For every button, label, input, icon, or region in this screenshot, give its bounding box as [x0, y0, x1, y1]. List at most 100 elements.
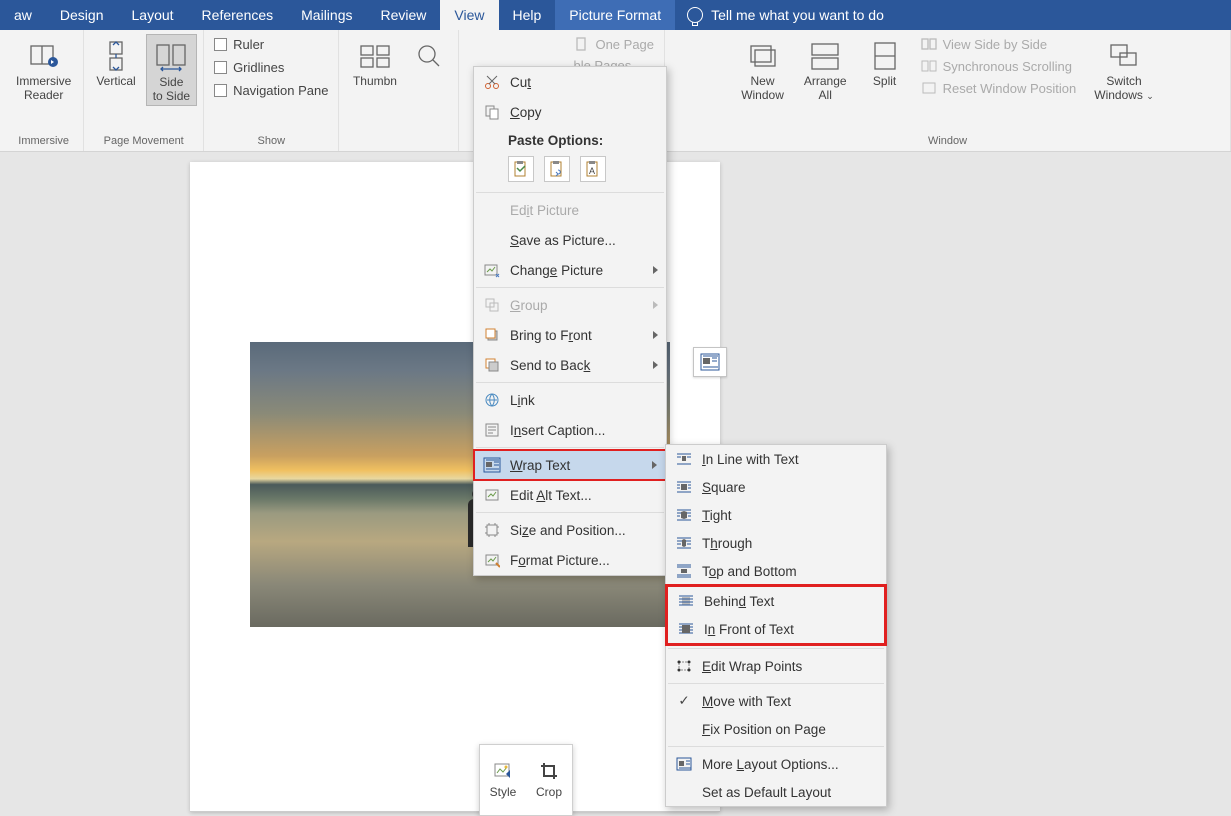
immersive-reader-button[interactable]: Immersive Reader: [10, 34, 77, 104]
group-icon: [482, 295, 502, 315]
ctx-bring-to-front[interactable]: Bring to Front: [474, 320, 666, 350]
tab-view[interactable]: View: [440, 0, 498, 30]
tab-bar: aw Design Layout References Mailings Rev…: [0, 0, 1231, 30]
crop-button[interactable]: Crop: [526, 745, 572, 815]
group-page-movement: Vertical Side to Side Page Movement: [84, 30, 204, 151]
split-icon: [869, 40, 901, 72]
wrap-text-submenu: In Line with Text Square Tight Through T…: [665, 444, 887, 807]
wrap-through[interactable]: Through: [666, 529, 886, 557]
wrap-inline-icon: [674, 449, 694, 469]
tab-references[interactable]: References: [188, 0, 288, 30]
side-to-side-label: Side to Side: [153, 75, 190, 103]
paste-option-1[interactable]: [508, 156, 534, 182]
group-zoom-partial: Thumbn: [339, 30, 459, 151]
thumbnails-label: Thumbn: [353, 74, 397, 88]
layout-options-icon: [700, 353, 720, 371]
svg-text:A: A: [589, 166, 595, 176]
wrap-move-with-text[interactable]: ✓ Move with Text: [666, 687, 886, 715]
side-to-side-icon: [155, 41, 187, 73]
wrap-tight[interactable]: Tight: [666, 501, 886, 529]
one-page-icon: [573, 36, 589, 52]
paste-option-2[interactable]: [544, 156, 570, 182]
layout-options-button[interactable]: [693, 347, 727, 377]
ctx-link[interactable]: Link: [474, 385, 666, 415]
tab-mailings[interactable]: Mailings: [287, 0, 366, 30]
ctx-format-picture[interactable]: Format Picture...: [474, 545, 666, 575]
ctx-edit-alt-text[interactable]: Edit Alt Text...: [474, 480, 666, 510]
thumbnails-icon: [359, 40, 391, 72]
navigation-pane-checkbox[interactable]: Navigation Pane: [210, 80, 332, 101]
highlighted-wrap-options: Behind Text In Front of Text: [665, 584, 887, 646]
reset-window-position-button[interactable]: Reset Window Position: [917, 78, 1081, 98]
wrap-behind-icon: [676, 591, 696, 611]
zoom-100-button[interactable]: [407, 34, 451, 76]
tab-design[interactable]: Design: [46, 0, 118, 30]
edit-wrap-points-icon: [674, 656, 694, 676]
sync-scroll-icon: [921, 58, 937, 74]
checkmark-icon: ✓: [674, 691, 694, 711]
wrap-edit-wrap-points[interactable]: Edit Wrap Points: [666, 652, 886, 680]
arrange-all-button[interactable]: Arrange All: [798, 34, 853, 104]
wrap-fix-position[interactable]: Fix Position on Page: [666, 715, 886, 743]
vertical-label: Vertical: [96, 74, 135, 88]
ruler-checkbox[interactable]: Ruler: [210, 34, 332, 55]
thumbnails-button[interactable]: Thumbn: [347, 34, 403, 90]
caption-icon: [482, 420, 502, 440]
send-back-icon: [482, 355, 502, 375]
one-page-button[interactable]: One Page: [569, 34, 658, 54]
scissors-icon: [482, 72, 502, 92]
group-show-label: Show: [258, 133, 286, 149]
split-button[interactable]: Split: [861, 34, 909, 90]
wrap-in-front-of-text[interactable]: In Front of Text: [668, 615, 884, 643]
wrap-tight-icon: [674, 505, 694, 525]
alt-text-icon: [482, 485, 502, 505]
change-picture-icon: [482, 260, 502, 280]
wrap-in-line[interactable]: In Line with Text: [666, 445, 886, 473]
ctx-save-as-picture[interactable]: Save as Picture...: [474, 225, 666, 255]
vertical-button[interactable]: Vertical: [90, 34, 141, 90]
wrap-top-bottom-icon: [674, 561, 694, 581]
ctx-paste-options-header: Paste Options:: [474, 127, 666, 152]
ctx-size-position[interactable]: Size and Position...: [474, 515, 666, 545]
ctx-group: Group: [474, 290, 666, 320]
style-button[interactable]: Style: [480, 745, 526, 815]
side-to-side-button[interactable]: Side to Side: [146, 34, 197, 106]
ctx-insert-caption[interactable]: Insert Caption...: [474, 415, 666, 445]
ctx-copy[interactable]: Copy: [474, 97, 666, 127]
immersive-reader-label: Immersive Reader: [16, 74, 71, 102]
wrap-set-default[interactable]: Set as Default Layout: [666, 778, 886, 806]
wrap-top-bottom[interactable]: Top and Bottom: [666, 557, 886, 585]
wrap-more-layout-options[interactable]: More Layout Options...: [666, 750, 886, 778]
ctx-wrap-text[interactable]: Wrap Text: [473, 449, 667, 481]
ctx-send-to-back[interactable]: Send to Back: [474, 350, 666, 380]
ctx-paste-options: A: [474, 152, 666, 190]
ctx-change-picture[interactable]: Change Picture: [474, 255, 666, 285]
vertical-icon: [100, 40, 132, 72]
tab-draw[interactable]: aw: [0, 0, 46, 30]
ctx-cut[interactable]: Cut: [474, 67, 666, 97]
tab-picture-format[interactable]: Picture Format: [555, 0, 675, 30]
size-position-icon: [482, 520, 502, 540]
side-by-side-icon: [921, 36, 937, 52]
synchronous-scrolling-button[interactable]: Synchronous Scrolling: [917, 56, 1081, 76]
view-side-by-side-button[interactable]: View Side by Side: [917, 34, 1081, 54]
tell-me-search[interactable]: Tell me what you want to do: [675, 0, 896, 30]
new-window-button[interactable]: New Window: [735, 34, 790, 104]
arrange-all-icon: [809, 40, 841, 72]
copy-icon: [482, 102, 502, 122]
crop-icon: [539, 761, 559, 781]
tab-layout[interactable]: Layout: [118, 0, 188, 30]
tab-review[interactable]: Review: [367, 0, 441, 30]
group-page-movement-label: Page Movement: [104, 133, 184, 149]
switch-windows-button[interactable]: Switch Windows ⌄: [1088, 34, 1160, 105]
paste-option-3[interactable]: A: [580, 156, 606, 182]
wrap-square[interactable]: Square: [666, 473, 886, 501]
gridlines-checkbox[interactable]: Gridlines: [210, 57, 332, 78]
format-picture-icon: [482, 550, 502, 570]
wrap-front-icon: [676, 619, 696, 639]
tab-help[interactable]: Help: [499, 0, 556, 30]
wrap-behind-text[interactable]: Behind Text: [668, 587, 884, 615]
magnifier-icon: [413, 40, 445, 72]
wrap-text-icon: [482, 455, 502, 475]
group-window-label: Window: [928, 133, 967, 149]
